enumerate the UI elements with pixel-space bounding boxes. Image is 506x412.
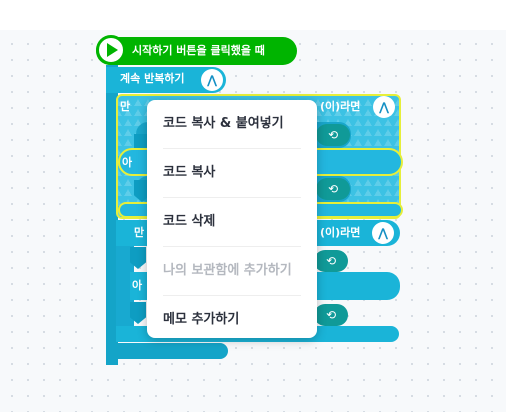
branch-icon[interactable]: ⋀: [373, 96, 395, 118]
else-label-fragment: 아: [122, 156, 133, 169]
repeat-block-footer[interactable]: [106, 343, 228, 359]
play-icon: [107, 43, 118, 57]
branch-icon[interactable]: ⋀: [372, 222, 394, 244]
start-block-label: 시작하기 버튼을 클릭했을 때: [132, 44, 265, 57]
top-bar: [0, 0, 506, 30]
repeat-block[interactable]: 계속 반복하기 ⋀: [106, 67, 226, 93]
loop-block[interactable]: ⟲: [314, 250, 348, 272]
branch-icon[interactable]: ⋀: [201, 69, 223, 91]
if-block-prefix: 만: [134, 226, 145, 239]
start-block-icon-circle[interactable]: [96, 35, 126, 65]
context-menu: 코드 복사 & 붙여넣기 코드 복사 코드 삭제 나의 보관함에 추가하기 메모…: [147, 100, 317, 338]
loop-icon: ⟲: [327, 128, 339, 142]
start-block[interactable]: 시작하기 버튼을 클릭했을 때: [96, 37, 297, 65]
menu-item-delete[interactable]: 코드 삭제: [163, 198, 301, 247]
if-block-prefix: 만: [120, 100, 131, 113]
else-label-fragment: 아: [132, 279, 143, 292]
loop-block[interactable]: ⟲: [316, 124, 350, 146]
repeat-block-label: 계속 반복하기: [120, 72, 185, 85]
if-block-suffix: (이)라면: [320, 100, 361, 113]
loop-block[interactable]: ⟲: [316, 178, 350, 200]
menu-item-add-to-storage: 나의 보관함에 추가하기: [163, 247, 301, 296]
menu-item-copy[interactable]: 코드 복사: [163, 149, 301, 198]
loop-block[interactable]: ⟲: [314, 304, 348, 326]
loop-icon: ⟲: [325, 308, 337, 322]
loop-icon: ⟲: [325, 254, 337, 268]
menu-item-add-memo[interactable]: 메모 추가하기: [163, 296, 301, 344]
menu-item-copy-paste[interactable]: 코드 복사 & 붙여넣기: [163, 100, 301, 149]
loop-icon: ⟲: [327, 182, 339, 196]
if-block-suffix: (이)라면: [320, 226, 361, 239]
